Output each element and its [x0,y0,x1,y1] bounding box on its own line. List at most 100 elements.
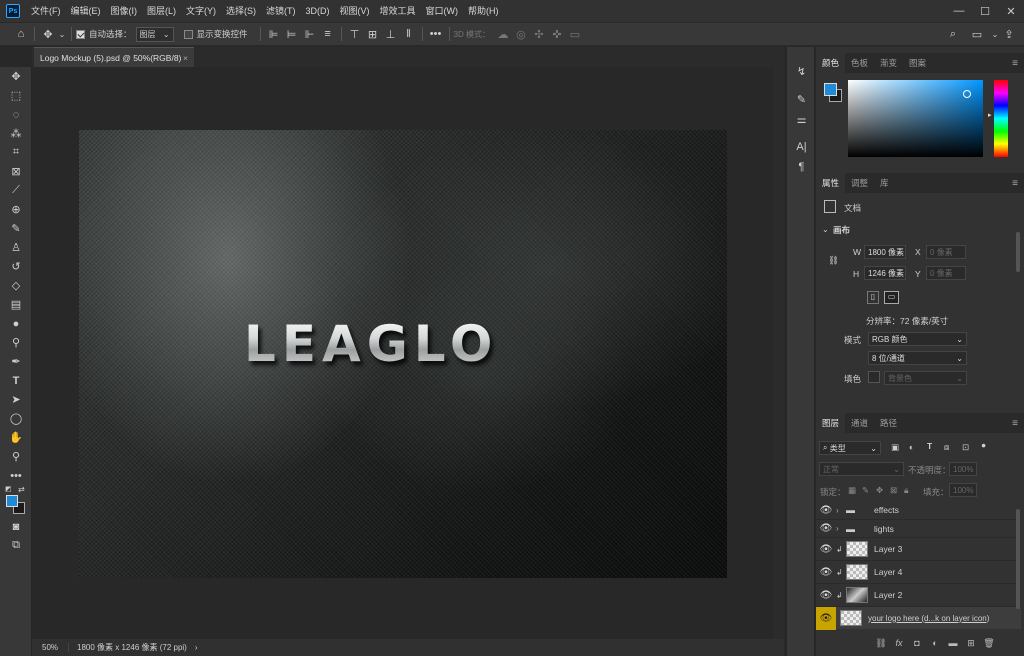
close-window-button[interactable]: ✕ [998,0,1024,22]
visibility-eye-icon[interactable]: 👁︎ [816,561,836,584]
lock-transparent-icon[interactable]: ▦ [848,485,856,496]
align-right-icon[interactable]: ⊩ [301,25,319,43]
menu-type[interactable]: 文字(Y) [181,0,221,22]
eraser-tool-icon[interactable]: ◇ [0,276,32,295]
link-layers-icon[interactable]: ⛓ [872,636,890,650]
chevron-down-icon[interactable]: ⌄ [822,225,829,234]
tab-layers[interactable]: 图层 [816,413,846,433]
align-left-icon[interactable]: ⊫ [265,25,283,43]
lock-position-icon[interactable]: ✥ [876,485,883,496]
maximize-button[interactable]: ☐ [972,0,998,22]
visibility-eye-icon[interactable]: 👁︎ [816,520,836,538]
y-field[interactable]: 0 像素 [926,266,966,280]
tab-swatches[interactable]: 色板 [845,53,874,73]
3d-orbit-icon[interactable]: ☁ [494,25,512,43]
canvas-area[interactable]: LEAGLO [32,67,784,639]
brush-settings-icon[interactable]: ✎ [787,89,816,109]
menu-edit[interactable]: 编辑(E) [66,0,106,22]
tab-patterns[interactable]: 图案 [903,53,932,73]
fill-field[interactable]: 100% [949,483,977,497]
menu-help[interactable]: 帮助(H) [463,0,504,22]
tab-properties[interactable]: 属性 [816,173,846,193]
frame-tool-icon[interactable]: ⊠ [0,162,32,181]
portrait-orientation-icon[interactable]: ▯ [867,291,879,304]
layer-row[interactable]: 👁︎ › ▬ lights [816,519,1021,537]
history-brush-tool-icon[interactable]: ↺ [0,257,32,276]
tab-color[interactable]: 颜色 [816,53,846,73]
align-center-h-icon[interactable]: ⊨ [283,25,301,43]
hand-tool-icon[interactable]: ✋ [0,428,32,447]
lock-artboard-icon[interactable]: ⊠ [890,485,897,496]
layer-row[interactable]: 👁︎ ↲ Layer 4 [816,560,1021,583]
auto-select-dropdown[interactable]: 图层 ⌄ [135,26,174,42]
dodge-tool-icon[interactable]: ⚲ [0,333,32,352]
close-tab-icon[interactable]: × [183,53,188,63]
3d-pan-icon[interactable]: ✣ [530,25,548,43]
marquee-tool-icon[interactable]: ⬚ [0,86,32,105]
healing-brush-tool-icon[interactable]: ⊕ [0,200,32,219]
chevron-right-icon[interactable]: › [836,524,846,533]
properties-scrollbar[interactable] [1016,232,1020,272]
tab-logo-mockup[interactable]: Logo Mockup (5).psd @ 50%(RGB/8) × [34,47,194,67]
x-field[interactable]: 0 像素 [926,245,966,259]
search-icon[interactable]: ⌕ [944,25,962,43]
screen-mode-icon[interactable]: ⧉ [0,536,32,555]
menu-select[interactable]: 选择(S) [221,0,261,22]
menu-image[interactable]: 图像(I) [106,0,143,22]
3d-camera-icon[interactable]: ▭ [566,25,584,43]
visibility-eye-icon[interactable]: 👁︎ [816,538,836,561]
distribute-v-icon[interactable]: ‖ [400,25,418,43]
tab-channels[interactable]: 通道 [845,413,874,433]
tab-paths[interactable]: 路径 [874,413,903,433]
bit-depth-dropdown[interactable]: 8 位/通道 ⌄ [868,351,967,365]
lock-image-icon[interactable]: ✎ [862,485,869,496]
new-layer-icon[interactable]: ⊞ [962,636,980,650]
visibility-eye-icon[interactable]: 👁︎ [816,501,836,519]
status-arrow-icon[interactable]: › [195,643,198,652]
tab-gradients[interactable]: 渐变 [874,53,903,73]
more-options-icon[interactable]: ••• [427,25,445,43]
menu-view[interactable]: 视图(V) [335,0,375,22]
type-tool-icon[interactable]: T [0,371,32,390]
fill-color-swatch[interactable] [868,371,880,383]
share-icon[interactable]: ⇪ [1000,25,1018,43]
width-field[interactable]: 1800 像素 [864,245,906,259]
landscape-orientation-icon[interactable]: ▭ [884,291,899,304]
stamp-tool-icon[interactable]: ♙ [0,238,32,257]
workspace-icon[interactable]: ▭ [968,25,986,43]
fill-dropdown[interactable]: 背景色 ⌄ [884,371,967,385]
menu-3d[interactable]: 3D(D) [301,0,335,22]
adjustments-icon[interactable]: ⚌ [787,109,816,129]
layer-row-selected[interactable]: 👁︎ your logo here (d...k on layer icon) [816,606,1021,630]
auto-select-checkbox[interactable] [76,29,85,39]
menu-window[interactable]: 窗口(W) [421,0,464,22]
lock-all-icon[interactable]: 🔒︎ [904,485,909,496]
align-middle-v-icon[interactable]: ⊞ [364,25,382,43]
zoom-tool-icon[interactable]: ⚲ [0,447,32,466]
opacity-field[interactable]: 100% [949,462,977,476]
foreground-color-swatch[interactable] [6,495,18,507]
pen-tool-icon[interactable]: ✒ [0,352,32,371]
menu-layer[interactable]: 图层(L) [142,0,181,22]
shape-tool-icon[interactable]: ◯ [0,409,32,428]
default-colors-icon[interactable]: ◩ [5,485,12,493]
crop-tool-icon[interactable]: ⌗ [0,143,32,162]
filter-type-icon[interactable]: T [927,441,932,451]
magic-wand-tool-icon[interactable]: ⁂ [0,124,32,143]
link-icon[interactable]: ⛓ [828,255,839,266]
color-picker-cursor[interactable] [963,90,971,98]
new-group-icon[interactable]: ▬ [944,636,962,650]
panel-menu-icon[interactable]: ≡ [1012,178,1018,189]
zoom-level[interactable]: 50% [32,643,70,652]
layers-scrollbar[interactable] [1016,509,1020,609]
show-transform-checkbox[interactable] [183,29,193,39]
3d-roll-icon[interactable]: ◎ [512,25,530,43]
history-panel-icon[interactable]: ↯ [787,61,816,81]
layer-row[interactable]: 👁︎ › ▬ effects [816,501,1021,519]
more-tools-icon[interactable]: ••• [0,466,32,485]
paragraph-panel-icon[interactable]: ¶ [787,157,816,177]
blur-tool-icon[interactable]: ● [0,314,32,333]
home-icon[interactable]: ⌂ [12,25,30,43]
tab-libraries[interactable]: 库 [874,173,895,193]
filter-smart-object-icon[interactable]: ⊡ [962,442,969,453]
